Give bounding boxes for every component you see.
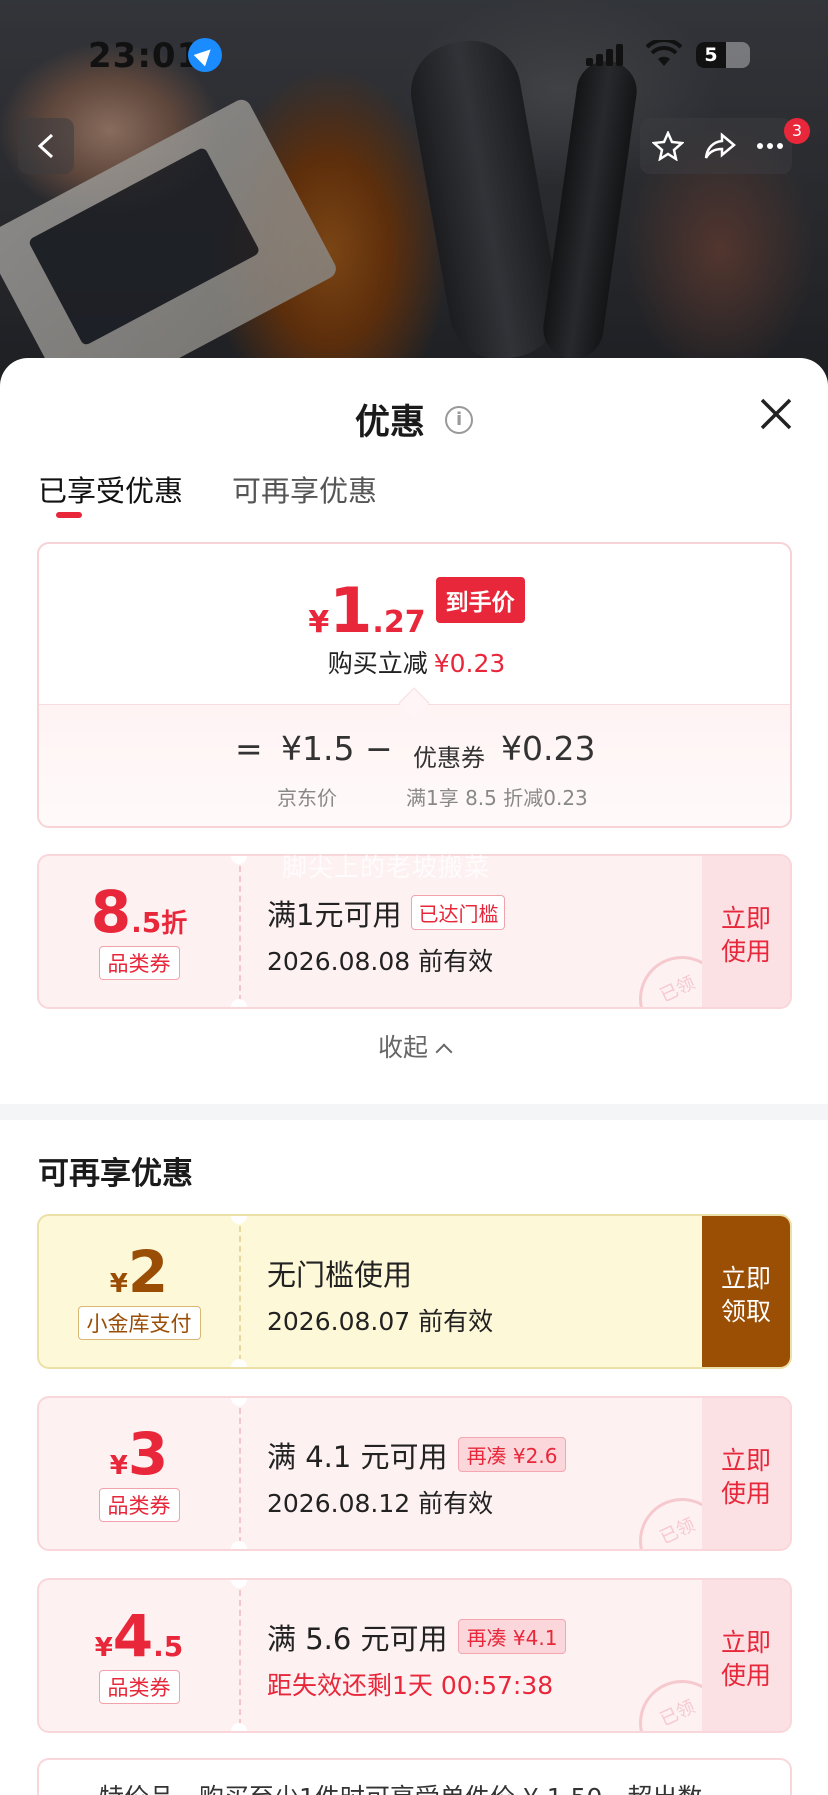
nav-actions — [640, 118, 792, 174]
claim-now-button[interactable]: 立即 领取 — [702, 1216, 790, 1367]
coupon-expiry: 2026.08.08 前有效 — [267, 947, 494, 976]
coupon-expiry: 2026.08.07 前有效 — [267, 1307, 494, 1336]
coupon-condition: 无门槛使用 — [267, 1258, 413, 1292]
chevron-left-icon — [37, 133, 54, 159]
coupon-countdown: 距失效还剩1天 00:57:38 — [267, 1671, 554, 1700]
star-icon[interactable] — [652, 131, 684, 161]
chevron-up-icon — [435, 1043, 453, 1061]
wifi-icon — [646, 40, 682, 66]
coupon-card: ¥3 品类券 满 4.1 元可用 再凑 ¥2.6 2026.08.12 前有效 已… — [37, 1396, 792, 1551]
threshold-badge: 已达门槛 — [411, 895, 506, 930]
special-price-text: 特价品，购买至少1件时可享受单件价 ¥ 1.50，超出数 — [99, 1778, 702, 1795]
jd-price: ¥1.5 — [281, 729, 355, 768]
coupon-condition: 满 5.6 元可用 再凑 ¥4.1 — [267, 1616, 567, 1658]
share-icon[interactable] — [704, 131, 736, 161]
coupon-amount: 8.5折 — [90, 878, 188, 946]
use-now-button[interactable]: 立即 使用 — [702, 856, 790, 1007]
coupon-label: 优惠券 — [413, 744, 485, 772]
more-icon[interactable] — [754, 131, 786, 161]
tab-indicator — [56, 512, 82, 518]
price-summary: ¥1.27到手价 购买立减 ¥0.23 = ¥1.5 − 优惠券 ¥0.23 京东… — [37, 542, 792, 828]
coupon-value: ¥0.23 — [501, 729, 596, 768]
coupon-amount: ¥2 — [109, 1238, 169, 1306]
coupon-amount: ¥4.5 — [94, 1602, 184, 1670]
notification-badge: 3 — [784, 118, 810, 144]
battery-icon: 5 — [696, 42, 750, 68]
equals-sign: = — [235, 729, 263, 768]
watermark: 脚尖上的老坡搬菜 — [282, 853, 491, 882]
price-tag: 到手价 — [435, 577, 525, 623]
sheet-title: 优惠 — [354, 403, 425, 443]
signal-icon — [586, 44, 628, 66]
coupon-expiry: 2026.08.12 前有效 — [267, 1489, 494, 1518]
instant-reduction: 购买立减 ¥0.23 — [327, 649, 506, 678]
use-now-button[interactable]: 立即 使用 — [702, 1580, 790, 1731]
back-button[interactable] — [18, 118, 74, 174]
battery-level: 5 — [696, 42, 726, 68]
info-icon[interactable]: i — [445, 405, 474, 434]
coupon-card: ¥2 小金库支付 无门槛使用 2026.08.07 前有效 立即 领取 — [37, 1214, 792, 1369]
tab-bar: 已享受优惠 可再享优惠 — [38, 468, 798, 528]
section-title-more: 可再享优惠 — [38, 1156, 193, 1192]
discount-sheet: 优惠 i 已享受优惠 可再享优惠 ¥1.27到手价 购买立减 ¥0.23 = ¥1… — [0, 358, 828, 1795]
coupon-card: ¥4.5 品类券 满 5.6 元可用 再凑 ¥4.1 距失效还剩1天 00:57:… — [37, 1578, 792, 1733]
sheet-header: 优惠 i — [0, 394, 828, 445]
final-price: ¥1.27到手价 — [39, 574, 790, 647]
special-price-note: 特价品，购买至少1件时可享受单件价 ¥ 1.50，超出数 — [37, 1758, 792, 1795]
top-up-badge: 再凑 ¥4.1 — [457, 1619, 567, 1654]
coupon-desc: 满1享 8.5 折减0.23 — [406, 786, 588, 810]
coupon-type: 品类券 — [98, 1670, 180, 1704]
section-divider — [0, 1104, 828, 1120]
coupon-condition: 满1元可用 已达门槛 — [267, 892, 506, 934]
tab-more[interactable]: 可再享优惠 — [232, 468, 377, 510]
status-time: 23:01 — [88, 36, 202, 76]
coupon-type: 品类券 — [98, 946, 180, 980]
coupon-condition: 满 4.1 元可用 再凑 ¥2.6 — [267, 1434, 567, 1476]
use-now-button[interactable]: 立即 使用 — [702, 1398, 790, 1549]
top-up-badge: 再凑 ¥2.6 — [457, 1437, 567, 1472]
minus-sign: − — [365, 729, 393, 768]
collapse-button[interactable]: 收起 — [0, 1028, 828, 1064]
tab-enjoyed[interactable]: 已享受优惠 — [38, 468, 183, 510]
coupon-amount: ¥3 — [109, 1420, 169, 1488]
status-bar: 23:01 5 — [0, 30, 828, 82]
coupon-type: 小金库支付 — [77, 1306, 201, 1340]
location-icon — [188, 38, 222, 72]
coupon-type: 品类券 — [98, 1488, 180, 1522]
jd-price-label: 京东价 — [277, 786, 337, 810]
close-icon[interactable] — [756, 394, 796, 434]
